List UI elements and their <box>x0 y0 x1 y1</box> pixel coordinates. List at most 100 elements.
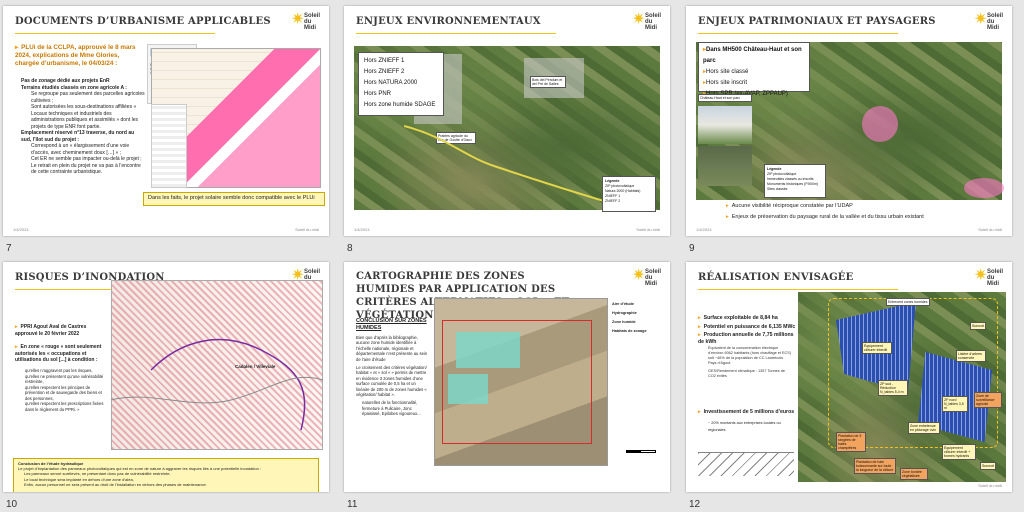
conclusion-box: Conclusion de l’étude hydraulique Le pro… <box>13 458 319 492</box>
chateau-photo-2 <box>698 146 752 186</box>
note: Aucune visibilité réciproque constatée p… <box>731 203 853 209</box>
plan-label: Zone entretenue en pâturage ovin <box>908 422 940 434</box>
zone-rule: En zone « rouge » sont seulement autoris… <box>15 344 102 363</box>
soleil-du-midi-logo: ✷SoleilduMidi <box>291 11 321 32</box>
plan-label: Surcroit <box>970 322 987 330</box>
text: Le croisement des critères végétation/ h… <box>356 365 427 398</box>
study-area-outline <box>442 320 592 444</box>
map-label: Cadalen / Villeviale <box>235 364 276 369</box>
slide-number: 7 <box>6 243 12 254</box>
panel-section-diagram <box>698 452 794 476</box>
plan-label: ZP sud - Réduction N_tables 5,4 m <box>878 380 908 396</box>
map-legend: Aire d’étude Hydrographie Zone humide Ha… <box>612 300 664 336</box>
slide-title: DOCUMENTS D’URBANISME APPLICABLES <box>15 16 271 27</box>
slide-thumbnail[interactable]: CARTOGRAPHIE DES ZONES HUMIDES PAR APPLI… <box>344 262 670 492</box>
item: Potentiel en puissance de 6,135 MWc <box>703 324 796 330</box>
slide-thumbnail[interactable]: DOCUMENTS D’URBANISME APPLICABLES ✷ Solei… <box>3 6 329 236</box>
item: Hors NATURA 2000 <box>364 80 418 86</box>
text: Bien que d’après la bibliographie, aucun… <box>356 335 428 362</box>
plan-label: Surcroit <box>980 462 997 470</box>
slide-number: 12 <box>689 499 701 510</box>
intro-text: PLUi de la CCLPA, approuvé le 8 mars 202… <box>15 44 136 67</box>
legend-item: Hydrographie <box>612 311 637 315</box>
sub: ~ 20% montants aux entreprises locales o… <box>708 421 781 432</box>
soleil-du-midi-logo: ✷SoleilduMidi <box>632 11 662 32</box>
slide-cell-7[interactable]: DOCUMENTS D’URBANISME APPLICABLES ✷ Solei… <box>0 0 341 256</box>
chateau-caption: Château-Haut et son parc <box>698 94 752 102</box>
sub: fermeture à Pulicaire, Jonc épaisissé, E… <box>362 405 421 417</box>
bullet: Emplacement réservé n°13 traverse, du no… <box>21 130 135 143</box>
heritage-box: ▸Dans MH500 Château-Haut et son parc ▸Ho… <box>698 42 810 97</box>
slide-thumbnail[interactable]: ENJEUX PATRIMONIAUX ET PAYSAGERS ✷ Soleil… <box>686 6 1012 236</box>
slide-thumbnail[interactable]: RISQUES D’INONDATION ✷SoleilduMidi ▸PPRI… <box>3 262 329 492</box>
plan-label: Équipement clôturer interdit <box>862 342 892 354</box>
plan-label: Entrecent zones humides <box>886 298 930 306</box>
map-legend: Légende ZIP photovoltaïque Immeubles cla… <box>764 164 826 198</box>
flood-zone-outline <box>111 338 323 431</box>
chateau-photo <box>698 106 752 144</box>
slide-cell-9[interactable]: ENJEUX PATRIMONIAUX ET PAYSAGERS ✷ Soleil… <box>683 0 1024 256</box>
slide-thumbnail[interactable]: RÉALISATION ENVISAGÉE ✷ Soleil du Midi ▸ Sur… <box>686 262 1012 492</box>
slide-cell-11[interactable]: CARTOGRAPHIE DES ZONES HUMIDES PAR APPLI… <box>341 256 682 512</box>
plan-label: Équipement clôturer interdit + bornes hy… <box>942 444 976 460</box>
plan-label: Zone bordée végétalisée <box>900 468 928 480</box>
slide-number: 9 <box>689 243 695 254</box>
map-label: Bois del Pendum et del Pré de Salles <box>530 76 566 88</box>
soleil-du-midi-logo: ✷SoleilduMidi <box>974 11 1004 32</box>
item: Hors ZNIEFF 1 <box>364 58 405 64</box>
sub-bullet: qu’elles ne présentent qu’une vulnérabil… <box>25 373 104 385</box>
sub-bullet: qu’elles respectent les prescriptions fi… <box>25 401 104 412</box>
plan-label: Zone de surveillance agricole <box>974 392 1002 408</box>
plan-label: ZP nord N_tables 3,5 m <box>942 396 968 412</box>
item: Production annuelle de 7,75 millions de … <box>698 332 794 345</box>
bullet: Correspond à un « élargissement d’une vo… <box>31 143 130 156</box>
item: Hors PNR <box>364 91 392 97</box>
conclusion-line: Enfin, aucun personnel ne sera présent a… <box>24 481 207 487</box>
conclusion-heading: CONCLUSION SUR ZONES HUMIDES <box>356 318 427 331</box>
slide-title: RÉALISATION ENVISAGÉE <box>698 272 854 283</box>
slide-number: 11 <box>347 499 358 510</box>
protected-zone-circle <box>862 106 898 142</box>
plan-label: Plantation de 3 rangées de haies champêt… <box>836 432 866 452</box>
plan-label: Plantation de haie buissonnante sur tout… <box>854 458 896 474</box>
scale-bar <box>626 450 656 453</box>
legend-item: Aire d’étude <box>612 302 634 306</box>
map-legend: Légende ZIP photovoltaïque Natura 2000 (… <box>602 176 656 212</box>
intro-text: PPRI Agout Aval de Castres approuvé le 2… <box>15 324 87 337</box>
item: Hors site classé <box>706 69 749 75</box>
protected-zone-circle <box>964 178 1004 198</box>
conclusion-text: Dans les faits, le projet solaire semble… <box>148 195 315 201</box>
sub-bullet: qu’elles respectent les principes de pré… <box>25 384 102 401</box>
legend-item: Habitats de zonage <box>612 329 647 333</box>
slide-grid: DOCUMENTS D’URBANISME APPLICABLES ✷ Solei… <box>0 0 1024 512</box>
slide-title: ENJEUX ENVIRONNEMENTAUX <box>356 16 541 27</box>
zoning-legend <box>151 104 187 188</box>
item: Surface exploitable de 8,84 ha <box>703 315 778 321</box>
bullet: Le retrait en plein du projet ne va pas … <box>31 162 141 176</box>
item: Investissement de 5 millions d’euros <box>703 409 795 415</box>
slide-cell-12[interactable]: RÉALISATION ENVISAGÉE ✷ Soleil du Midi ▸ Sur… <box>683 256 1024 512</box>
legend-item: Sites classés <box>767 187 788 191</box>
slide-cell-8[interactable]: ENJEUX ENVIRONNEMENTAUX ✷ Soleil du Midi Ho… <box>341 0 682 256</box>
item: Hors site inscrit <box>706 80 748 86</box>
slide-number: 10 <box>6 499 18 510</box>
bullet: Se regroupe pas seulement des parcelles … <box>31 91 145 104</box>
legend-item: Zone humide <box>612 320 636 324</box>
soleil-du-midi-logo: ✷SoleilduMidi <box>632 267 662 288</box>
conclusion-box: Dans les faits, le projet solaire semble… <box>143 192 325 206</box>
legend-item: ZNIEFF 2 <box>605 199 621 203</box>
sub: GES/Rendement climatique : 1357 Tonnes d… <box>708 369 785 378</box>
plan-label: Lisière d’arbres conservée <box>956 350 986 362</box>
item: Hors zone humide SDAGE <box>364 102 436 108</box>
item: Dans MH500 Château-Haut et son parc <box>703 47 802 64</box>
river-path <box>404 125 604 202</box>
slide-number: 8 <box>347 243 353 254</box>
slide-thumbnail[interactable]: ENJEUX ENVIRONNEMENTAUX ✷ Soleil du Midi Ho… <box>344 6 670 236</box>
bullet: Cet ER ne semble pas impacter ou-delà le… <box>31 156 142 162</box>
soleil-du-midi-logo: ✷SoleilduMidi <box>974 267 1004 288</box>
slide-cell-10[interactable]: RISQUES D’INONDATION ✷SoleilduMidi ▸PPRI… <box>0 256 341 512</box>
exclusions-box: Hors ZNIEFF 1 Hors ZNIEFF 2 Hors NATURA … <box>358 52 444 116</box>
note: Enjeux de préservation du paysage rural … <box>731 214 924 220</box>
sub: Équivalent de la consommation électrique… <box>708 346 792 365</box>
slide-title: ENJEUX PATRIMONIAUX ET PAYSAGERS <box>698 16 936 27</box>
